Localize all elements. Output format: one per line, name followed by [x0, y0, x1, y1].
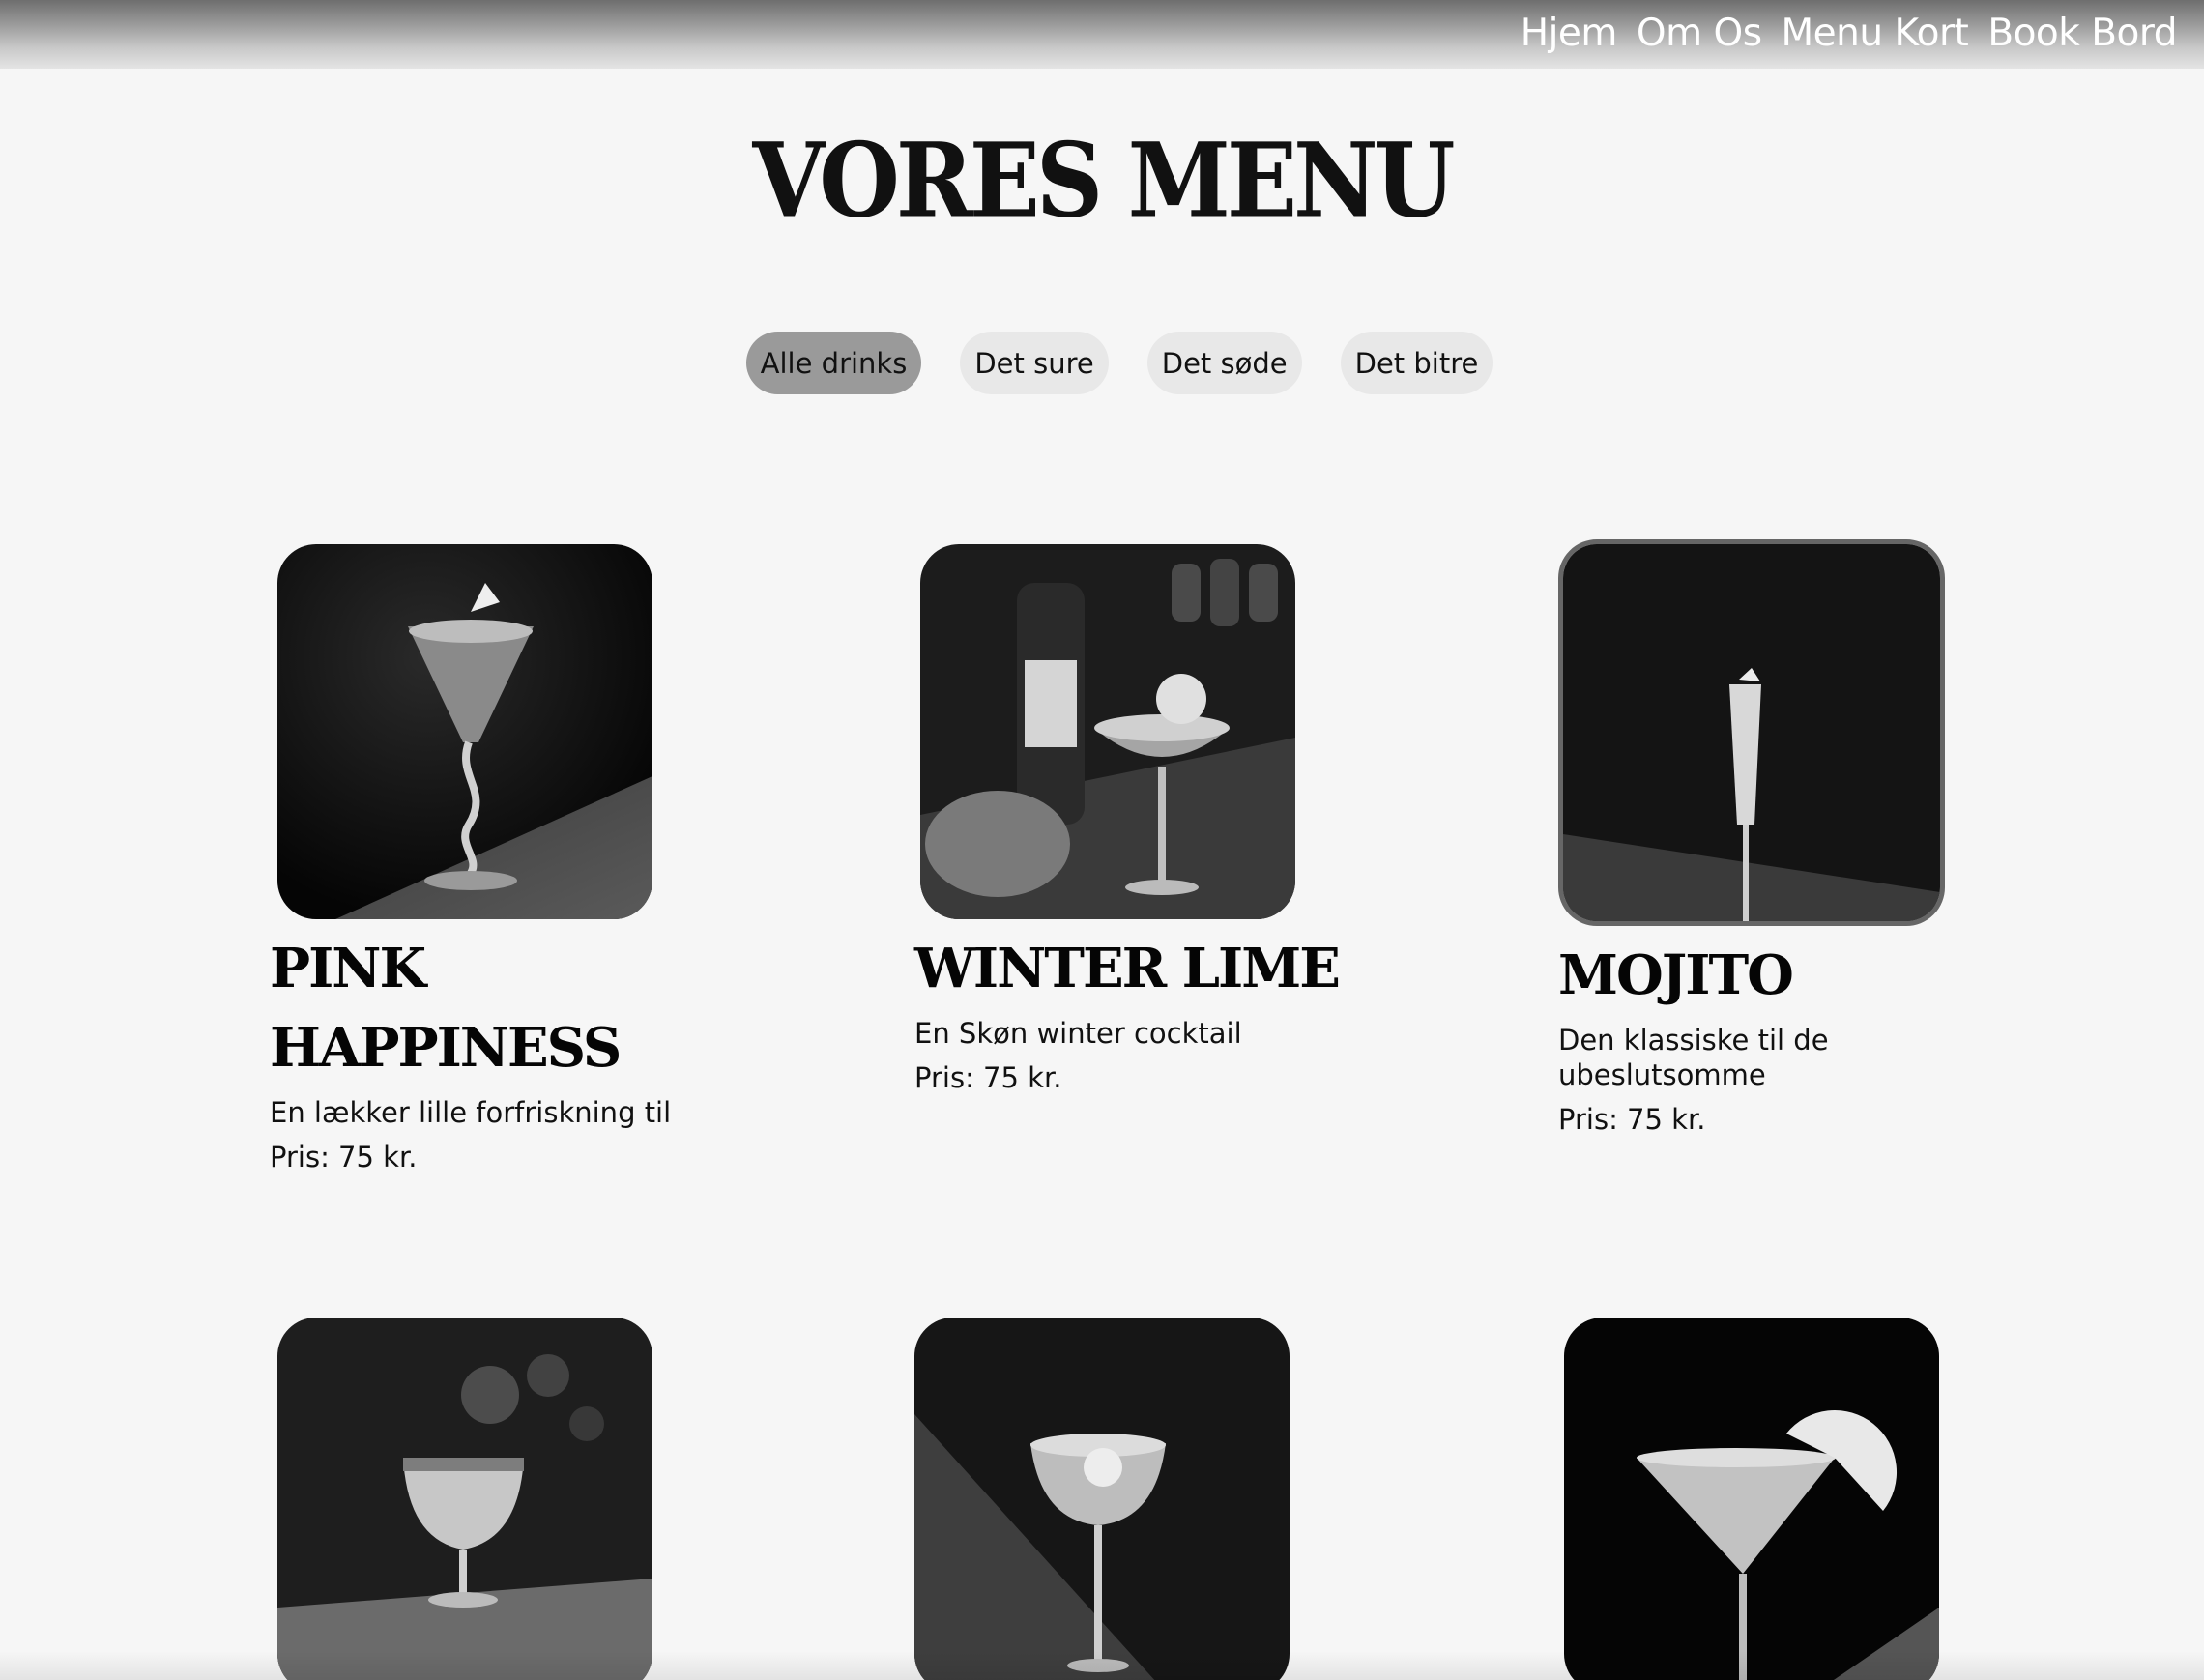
drink-card-winter-lime[interactable]: WINTER LIME En Skøn winter cocktail Pris… — [914, 544, 1341, 1095]
drink-image — [1564, 1318, 1939, 1680]
page-bottom-shadow — [0, 1651, 2204, 1680]
drink-card[interactable] — [277, 1318, 703, 1680]
filter-bitter[interactable]: Det bitre — [1340, 332, 1494, 394]
drink-image — [914, 1318, 1290, 1680]
drink-image-mojito — [1558, 539, 1945, 926]
drink-price: Pris: 75 kr. — [1558, 1103, 1706, 1136]
drink-card[interactable] — [1564, 1318, 1989, 1680]
drink-name: MOJITO — [1558, 943, 1794, 1007]
drink-description: Den klassiske til de ubeslutsomme — [1558, 1024, 1829, 1091]
drink-image — [277, 1318, 652, 1680]
filter-all-drinks[interactable]: Alle drinks — [745, 332, 922, 394]
drink-description: En Skøn winter cocktail — [914, 1017, 1242, 1050]
drink-name: PINK HAPPINESS — [270, 937, 622, 1080]
drink-description: En lækker lille forfriskning til — [270, 1096, 672, 1129]
nav-link-book-table[interactable]: Book Bord — [1987, 12, 2177, 55]
drink-price: Pris: 75 kr. — [270, 1141, 418, 1173]
drink-card-pink-happiness[interactable]: PINK HAPPINESS En lækker lille forfriskn… — [270, 544, 695, 1174]
main-nav: Hjem Om Os Menu Kort Book Bord — [1521, 12, 2178, 55]
nav-link-home[interactable]: Hjem — [1521, 12, 1618, 55]
nav-link-about[interactable]: Om Os — [1637, 12, 1762, 55]
drink-name: WINTER LIME — [914, 937, 1341, 1000]
filter-pills: Alle drinks Det sure Det søde Det bitre — [0, 332, 2204, 394]
drink-card[interactable] — [914, 1318, 1340, 1680]
filter-sour[interactable]: Det sure — [960, 332, 1109, 394]
drink-image-pink-happiness — [277, 544, 652, 919]
filter-sweet[interactable]: Det søde — [1146, 332, 1302, 394]
page-title: VORES MENU — [752, 120, 1455, 241]
drink-price: Pris: 75 kr. — [914, 1061, 1062, 1094]
drink-image-winter-lime — [920, 544, 1295, 919]
top-nav-bar: Hjem Om Os Menu Kort Book Bord — [0, 0, 2204, 69]
drink-card-mojito[interactable]: MOJITO Den klassiske til de ubeslutsomme… — [1558, 539, 1984, 1137]
nav-link-menu[interactable]: Menu Kort — [1782, 12, 1969, 55]
